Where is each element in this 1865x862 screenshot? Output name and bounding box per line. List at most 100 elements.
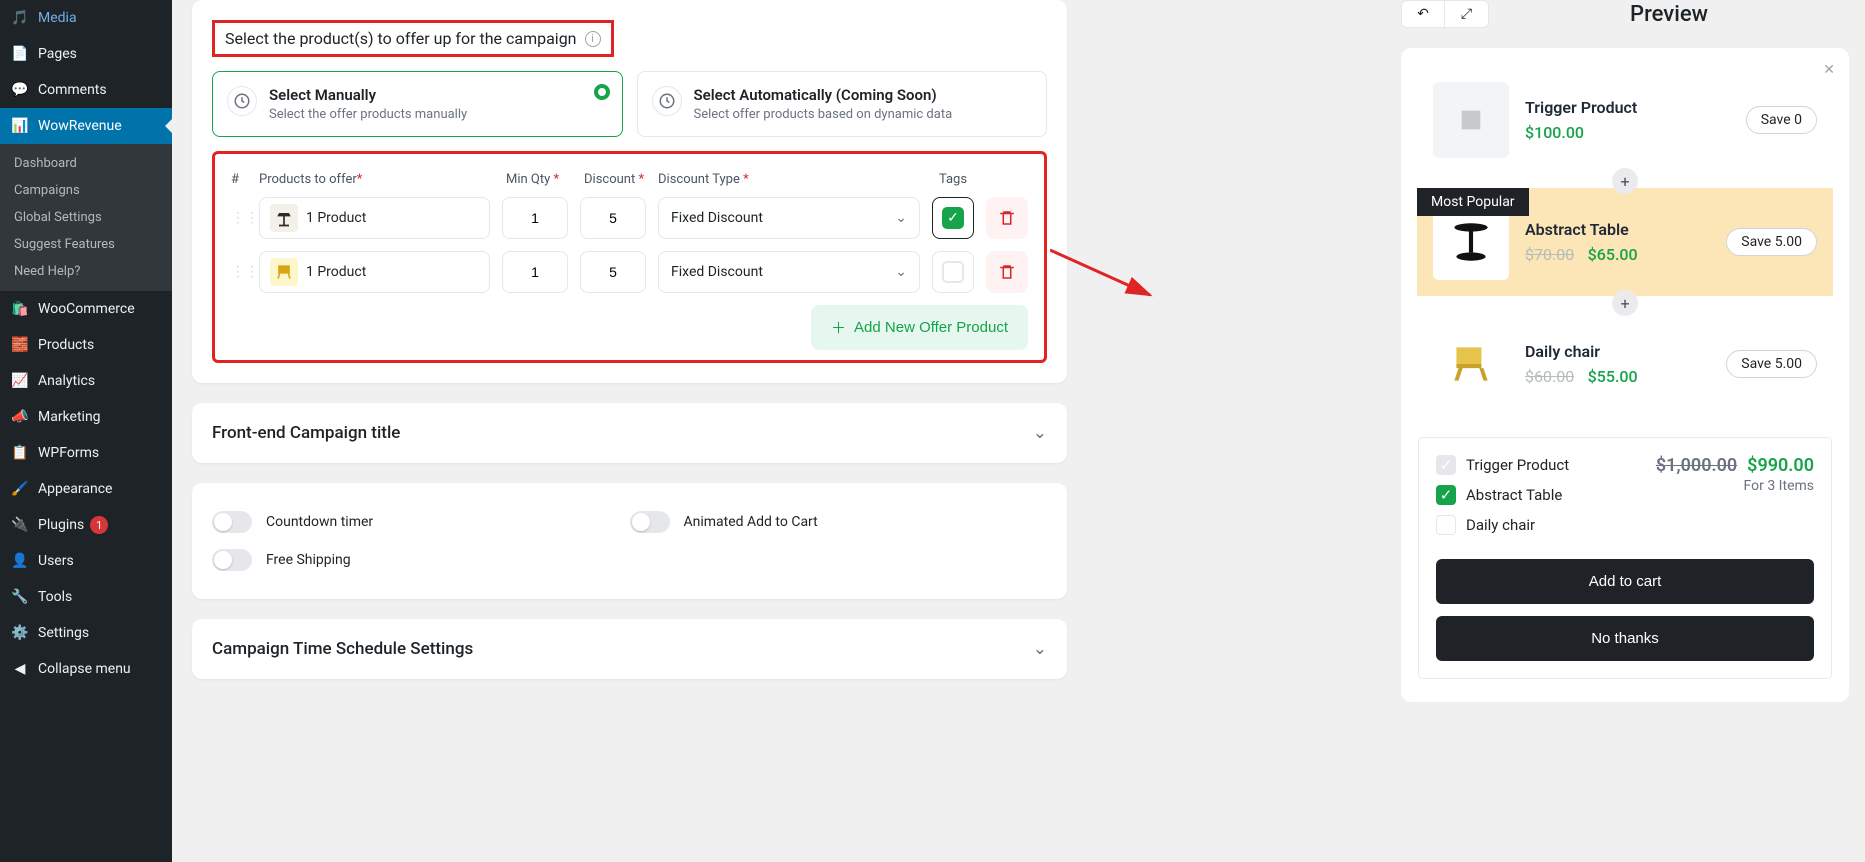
sidebar-label: Media — [38, 10, 77, 26]
sidebar-label: Products — [38, 337, 94, 353]
preview-title: Preview — [1489, 2, 1849, 27]
chevron-down-icon: ⌄ — [895, 210, 907, 226]
preview-card: ✕ Trigger Product $100.00 Save 0 + Most … — [1401, 48, 1849, 702]
check-icon: ✓ — [1436, 485, 1456, 505]
discount-input[interactable] — [580, 251, 646, 293]
preview-back-button[interactable]: ↶ — [1401, 0, 1445, 28]
pages-icon: 📄 — [10, 44, 30, 64]
delete-row-button[interactable] — [986, 251, 1028, 293]
discount-type-select[interactable]: Fixed Discount ⌄ — [658, 197, 920, 239]
discount-input[interactable] — [580, 197, 646, 239]
products-table-highlight: # Products to offer* Min Qty * Discount … — [212, 151, 1047, 363]
settings-icon: ⚙️ — [10, 623, 30, 643]
tools-icon: 🔧 — [10, 587, 30, 607]
col-minqty: Min Qty * — [506, 172, 572, 187]
list-item: ✓Trigger Product — [1436, 455, 1569, 475]
users-icon: 👤 — [10, 551, 30, 571]
option-auto-sub: Select offer products based on dynamic d… — [694, 107, 953, 122]
sidebar-item-woocommerce[interactable]: 🛍️WooCommerce — [0, 291, 172, 327]
sub-campaigns[interactable]: Campaigns — [0, 177, 172, 204]
toggle-label: Free Shipping — [266, 552, 351, 568]
sidebar-label: Comments — [38, 82, 107, 98]
plus-separator-icon: + — [1612, 168, 1638, 194]
item-old-price: $60.00 — [1525, 367, 1574, 386]
col-hash: # — [231, 172, 247, 187]
col-tags: Tags — [932, 172, 974, 187]
min-qty-input[interactable] — [502, 197, 568, 239]
clock-icon — [652, 86, 682, 116]
sidebar-label: Appearance — [38, 481, 112, 497]
product-label: 1 Product — [306, 210, 366, 226]
clock-icon — [227, 86, 257, 116]
list-label: Daily chair — [1466, 516, 1535, 534]
option-manual[interactable]: Select Manually Select the offer product… — [212, 71, 623, 137]
tag-checkbox[interactable]: ✓ — [932, 197, 974, 239]
drag-handle-icon[interactable]: ⋮⋮ — [231, 265, 247, 279]
sidebar-item-pages[interactable]: 📄 Pages — [0, 36, 172, 72]
sidebar-item-marketing[interactable]: 📣Marketing — [0, 399, 172, 435]
sub-need-help[interactable]: Need Help? — [0, 258, 172, 285]
accordion-frontend-title[interactable]: Front-end Campaign title ⌄ — [192, 403, 1067, 463]
checkbox-empty — [1436, 515, 1456, 535]
add-offer-product-button[interactable]: ＋ Add New Offer Product — [811, 305, 1028, 350]
offer-products-card: Select the product(s) to offer up for th… — [192, 0, 1067, 383]
sidebar-item-users[interactable]: 👤 Users — [0, 543, 172, 579]
product-thumb-icon — [270, 204, 298, 232]
sidebar-item-media[interactable]: 🎵 Media — [0, 0, 172, 36]
toggle-animated-cart: Animated Add to Cart — [630, 503, 1048, 541]
accordion-label: Campaign Time Schedule Settings — [212, 639, 473, 659]
sidebar-label: Settings — [38, 625, 89, 641]
min-qty-input[interactable] — [502, 251, 568, 293]
collapse-menu[interactable]: ◀Collapse menu — [0, 651, 172, 687]
sidebar-item-comments[interactable]: 💬Comments — [0, 72, 172, 108]
media-icon: 🎵 — [10, 8, 30, 28]
sidebar-item-products[interactable]: 🧱 Products — [0, 327, 172, 363]
switch[interactable] — [212, 549, 252, 571]
wpforms-icon: 📋 — [10, 443, 30, 463]
sidebar-item-tools[interactable]: 🔧Tools — [0, 579, 172, 615]
preview-item: Daily chair $60.00 $55.00 Save 5.00 — [1417, 310, 1833, 418]
product-selector[interactable]: 1 Product — [259, 197, 490, 239]
no-thanks-button[interactable]: No thanks — [1436, 616, 1814, 661]
save-badge: Save 5.00 — [1726, 228, 1817, 256]
tag-checkbox[interactable] — [932, 251, 974, 293]
option-auto-title: Select Automatically (Coming Soon) — [694, 86, 953, 104]
col-products: Products to offer* — [259, 172, 494, 187]
info-icon[interactable]: i — [585, 31, 601, 47]
chevron-down-icon: ⌄ — [1033, 423, 1047, 443]
total-new: $990.00 — [1747, 455, 1814, 476]
total-for: For 3 Items — [1656, 478, 1814, 494]
sub-global-settings[interactable]: Global Settings — [0, 204, 172, 231]
section-title-text: Select the product(s) to offer up for th… — [225, 29, 577, 48]
sidebar-item-appearance[interactable]: 🖌️Appearance — [0, 471, 172, 507]
trash-icon — [998, 263, 1016, 281]
sidebar-label: Pages — [38, 46, 77, 62]
switch[interactable] — [212, 511, 252, 533]
sidebar-item-wpforms[interactable]: 📋WPForms — [0, 435, 172, 471]
discount-type-select[interactable]: Fixed Discount ⌄ — [658, 251, 920, 293]
product-selector[interactable]: 1 Product — [259, 251, 490, 293]
sidebar-item-settings[interactable]: ⚙️ Settings — [0, 615, 172, 651]
sub-suggest-features[interactable]: Suggest Features — [0, 231, 172, 258]
drag-handle-icon[interactable]: ⋮⋮ — [231, 211, 247, 225]
delete-row-button[interactable] — [986, 197, 1028, 239]
preview-expand-button[interactable]: ⤢ — [1445, 0, 1489, 28]
expand-icon: ⤢ — [1461, 6, 1472, 22]
sidebar-item-wowrevenue[interactable]: 📊WowRevenue — [0, 108, 172, 144]
admin-sidebar: 🎵 Media 📄 Pages 💬Comments 📊WowRevenue Dash… — [0, 0, 172, 862]
sidebar-item-analytics[interactable]: 📈Analytics — [0, 363, 172, 399]
plus-separator-icon: + — [1612, 290, 1638, 316]
sidebar-label: Users — [38, 553, 74, 569]
sidebar-item-plugins[interactable]: 🔌Plugins1 — [0, 507, 172, 543]
switch[interactable] — [630, 511, 670, 533]
woo-icon: 🛍️ — [10, 299, 30, 319]
option-auto[interactable]: Select Automatically (Coming Soon) Selec… — [637, 71, 1048, 137]
products-icon: 🧱 — [10, 335, 30, 355]
sidebar-label: Analytics — [38, 373, 95, 389]
sub-dashboard[interactable]: Dashboard — [0, 150, 172, 177]
add-to-cart-button[interactable]: Add to cart — [1436, 559, 1814, 604]
discount-type-value: Fixed Discount — [671, 210, 763, 226]
item-new-price: $65.00 — [1588, 245, 1638, 264]
accordion-campaign-schedule[interactable]: Campaign Time Schedule Settings ⌄ — [192, 619, 1067, 679]
plugins-icon: 🔌 — [10, 515, 30, 535]
